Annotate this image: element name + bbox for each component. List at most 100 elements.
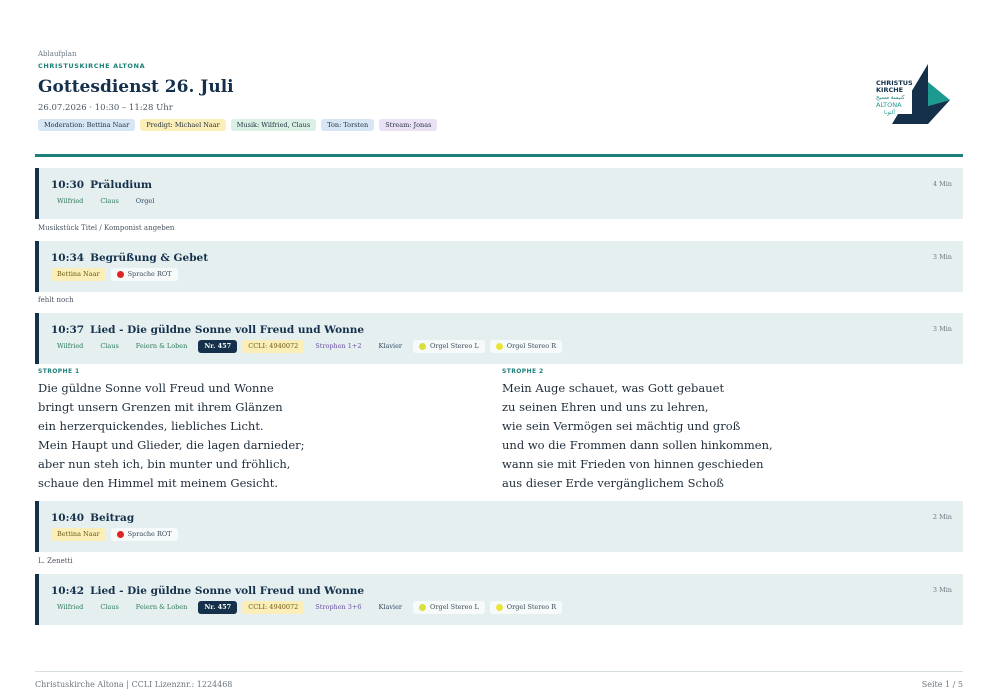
status-dot-icon [495, 604, 503, 611]
role-tag: Predigt: Michael Naar [140, 119, 226, 131]
page-number: Seite 1 / 5 [921, 680, 963, 689]
item-chip: Nr. 457 [198, 340, 238, 353]
item-duration: 2 Min [932, 513, 952, 521]
verse-lines: Mein Auge schauet, was Gott gebauet zu se… [502, 379, 922, 493]
verse-line: aber nun steh ich, bin munter und fröhli… [38, 457, 291, 471]
verse-lines: Die güldne Sonne voll Freud und Wonne bri… [38, 379, 458, 493]
item-chip: Feiern & Loben [135, 342, 188, 350]
schedule-item[interactable]: 10:34 Begrüßung & Gebet 3 Min Bettina Naar S… [35, 241, 963, 292]
item-heading: 10:40 Beitrag [51, 512, 134, 524]
channel-chip: Orgel Stereo L [413, 340, 485, 353]
logo-line3: ALTONA [876, 101, 902, 109]
item-time: 10:42 [51, 585, 85, 597]
item-chip: Klavier [378, 603, 403, 611]
item-title: Begrüßung & Gebet [90, 252, 209, 264]
item-chip: Wilfried [57, 603, 84, 611]
item-chip: Strophen 3+6 [315, 603, 362, 611]
item-time: 10:34 [51, 252, 85, 264]
item-chip: Strophen 1+2 [315, 342, 362, 350]
item-note: Musikstück Titel / Komponist angeben [38, 224, 175, 232]
item-duration: 4 Min [932, 180, 952, 188]
status-dot-icon [419, 343, 427, 350]
verse-line: wie sein Vermögen sei mächtig und groß [502, 419, 741, 433]
item-chips: Wilfried Claus Orgel [51, 195, 160, 208]
item-heading: 10:34 Begrüßung & Gebet [51, 252, 208, 264]
church-name: CHRISTUSKIRCHE ALTONA [38, 62, 146, 70]
role-tag: Moderation: Bettina Naar [38, 119, 136, 131]
schedule-item[interactable]: 10:30 Präludium 4 Min Wilfried Claus Orgel [35, 168, 963, 219]
header-divider [35, 154, 963, 157]
item-chip: Claus [100, 603, 119, 611]
verse-line: Die güldne Sonne voll Freud und Wonne [38, 381, 274, 395]
channel-chip: Orgel Stereo R [489, 601, 563, 614]
item-note: L. Zenetti [38, 557, 73, 565]
verse-line: bringt unsern Grenzen mit ihrem Glänzen [38, 400, 283, 414]
church-logo: CHRISTUS KIRCHE كنيسة مسيح ALTONA ألتونا [876, 64, 950, 124]
channel-chip: Orgel Stereo R [489, 340, 563, 353]
chip-label: Orgel Stereo R [506, 603, 557, 611]
item-time: 10:30 [51, 179, 85, 191]
item-duration: 3 Min [932, 325, 952, 333]
schedule-item[interactable]: 10:42 Lied - Die güldne Sonne voll Freud … [35, 574, 963, 625]
chip-label: Orgel Stereo L [430, 342, 479, 350]
item-chip: Claus [100, 342, 119, 350]
status-dot-icon [116, 531, 124, 538]
item-title: Präludium [90, 179, 153, 191]
item-time: 10:37 [51, 324, 85, 336]
verse-line: wann sie mit Frieden von hinnen geschied… [502, 457, 764, 471]
item-chip: Orgel [135, 197, 155, 205]
item-chip: Wilfried [57, 342, 84, 350]
verse-label: STROPHE 1 [38, 368, 80, 375]
verse-block-1: STROPHE 1 Die güldne Sonne voll Freud un… [38, 368, 458, 493]
item-heading: 10:37 Lied - Die güldne Sonne voll Freud … [51, 324, 364, 336]
item-duration: 3 Min [932, 586, 952, 594]
doc-kicker: Ablaufplan [38, 50, 77, 58]
item-heading: 10:30 Präludium [51, 179, 152, 191]
verse-block-2: STROPHE 2 Mein Auge schauet, was Gott ge… [502, 368, 922, 493]
channel-chip: Sprache ROT [110, 268, 178, 281]
verse-line: Mein Haupt und Glieder, die lagen darnie… [38, 438, 305, 452]
item-chip: Wilfried [57, 197, 84, 205]
service-date: 26.07.2026 · 10:30 – 11:28 Uhr [38, 103, 173, 113]
logo-arabic: كنيسة مسيح [876, 94, 905, 101]
item-chip: Claus [100, 197, 119, 205]
schedule-item[interactable]: 10:37 Lied - Die güldne Sonne voll Freud … [35, 313, 963, 364]
chip-label: Sprache ROT [127, 530, 172, 538]
status-dot-icon [419, 604, 427, 611]
verse-line: ein herzerquickendes, liebliches Licht. [38, 419, 264, 433]
item-note: fehlt noch [38, 296, 74, 304]
item-title: Beitrag [90, 512, 135, 524]
role-tag: Stream: Jonas [379, 119, 438, 131]
item-chip: Klavier [378, 342, 403, 350]
verse-line: zu seinen Ehren und uns zu lehren, [502, 400, 709, 414]
item-chips: Bettina Naar Sprache ROT [51, 268, 178, 281]
document-header: Ablaufplan CHRISTUSKIRCHE ALTONA Gottesd… [38, 50, 962, 131]
item-title: Lied - Die güldne Sonne voll Freud und W… [90, 585, 365, 597]
schedule-item[interactable]: 10:40 Beitrag 2 Min Bettina Naar Sprache ROT [35, 501, 963, 552]
item-chips: Wilfried Claus Feiern & Loben Nr. 457 CCLI: … [51, 601, 563, 614]
channel-chip: Orgel Stereo L [413, 601, 485, 614]
item-chips: Wilfried Claus Feiern & Loben Nr. 457 CCLI: … [51, 340, 563, 353]
item-time: 10:40 [51, 512, 85, 524]
item-chip: CCLI: 4940072 [242, 340, 305, 353]
verse-label: STROPHE 2 [502, 368, 544, 375]
status-dot-icon [495, 343, 503, 350]
chip-label: Orgel Stereo R [506, 342, 557, 350]
role-tag: Ton: Torsten [321, 119, 375, 131]
chip-label: Sprache ROT [127, 270, 172, 278]
footer-divider [35, 671, 963, 672]
item-duration: 3 Min [932, 253, 952, 261]
chip-label: Orgel Stereo L [430, 603, 479, 611]
role-tag: Musik: Wilfried, Claus [230, 119, 317, 131]
role-tags: Moderation: Bettina Naar Predigt: Michael… [38, 119, 962, 131]
item-chip: Bettina Naar [51, 268, 106, 281]
channel-chip: Sprache ROT [110, 528, 178, 541]
item-title: Lied - Die güldne Sonne voll Freud und W… [90, 324, 365, 336]
status-dot-icon [116, 271, 124, 278]
item-chip: Bettina Naar [51, 528, 106, 541]
verse-line: aus dieser Erde vergänglichem Schoß [502, 476, 724, 490]
verse-line: und wo die Frommen dann sollen hinkommen… [502, 438, 773, 452]
item-chips: Bettina Naar Sprache ROT [51, 528, 178, 541]
logo-line2: KIRCHE [876, 86, 903, 94]
item-chip: Nr. 457 [198, 601, 238, 614]
